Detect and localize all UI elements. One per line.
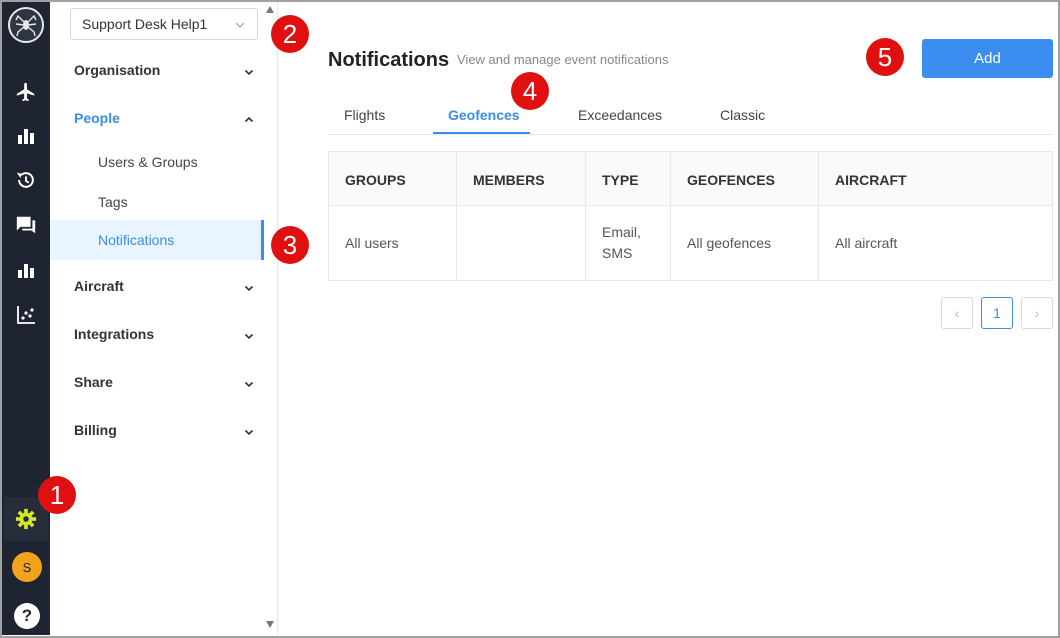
- nav-item-label: Organisation: [74, 62, 161, 78]
- chevron-down-icon: [244, 376, 254, 392]
- chevron-down-icon: [244, 280, 254, 296]
- callout-badge-5: 5: [866, 38, 904, 76]
- column-header-groups: GROUPS: [329, 152, 457, 206]
- tab-exceedances[interactable]: Exceedances: [578, 107, 662, 123]
- callout-badge-4: 4: [511, 72, 549, 110]
- chat-icon[interactable]: [14, 213, 38, 237]
- nav-item-label: Aircraft: [74, 278, 124, 294]
- nav-item-label: Integrations: [74, 326, 155, 342]
- bar-chart-icon[interactable]: [14, 124, 38, 148]
- callout-badge-3: 3: [271, 226, 309, 264]
- notification-tabs: Flights Geofences Exceedances Classic: [328, 95, 1053, 135]
- tab-geofences[interactable]: Geofences: [448, 107, 520, 123]
- sub-item-notifications[interactable]: Notifications: [50, 220, 264, 260]
- sub-item-users-groups[interactable]: Users & Groups: [98, 154, 198, 170]
- notifications-table: GROUPS MEMBERS TYPE GEOFENCES AIRCRAFT A…: [328, 151, 1053, 281]
- nav-item-integrations[interactable]: Integrations: [74, 326, 254, 342]
- table-cell-groups[interactable]: All users: [329, 206, 457, 280]
- chevron-down-icon: [244, 328, 254, 344]
- settings-sidebar: Support Desk Help1 Organisation People U…: [50, 2, 278, 635]
- callout-badge-1: 1: [38, 476, 76, 514]
- column-header-aircraft: AIRCRAFT: [819, 152, 1052, 206]
- page-subtitle: View and manage event notifications: [457, 52, 669, 67]
- avatar[interactable]: S: [12, 552, 42, 582]
- nav-item-billing[interactable]: Billing: [74, 422, 254, 438]
- sub-item-label: Notifications: [98, 232, 175, 248]
- sub-item-tags[interactable]: Tags: [98, 194, 128, 210]
- nav-item-aircraft[interactable]: Aircraft: [74, 278, 254, 294]
- column-header-type: TYPE: [586, 152, 671, 206]
- pagination-page-1[interactable]: 1: [981, 297, 1013, 329]
- scroll-up-arrow[interactable]: [266, 6, 274, 13]
- nav-item-share[interactable]: Share: [74, 374, 254, 390]
- scroll-down-arrow[interactable]: [266, 621, 274, 628]
- add-button[interactable]: Add: [922, 39, 1053, 78]
- airplane-icon[interactable]: [14, 80, 38, 104]
- organisation-select[interactable]: Support Desk Help1: [70, 8, 258, 40]
- page-title: Notifications: [328, 49, 450, 71]
- nav-item-label: People: [74, 110, 120, 126]
- column-header-geofences: GEOFENCES: [671, 152, 819, 206]
- pagination-prev-button[interactable]: ‹: [941, 297, 973, 329]
- nav-item-label: Billing: [74, 422, 117, 438]
- chevron-down-icon: [234, 18, 246, 34]
- pagination-next-button[interactable]: ›: [1021, 297, 1053, 329]
- table-cell-geofences[interactable]: All geofences: [671, 206, 819, 280]
- nav-item-label: Share: [74, 374, 113, 390]
- chevron-down-icon: [244, 64, 254, 80]
- column-header-members: MEMBERS: [457, 152, 586, 206]
- scatter-chart-icon[interactable]: [14, 303, 38, 327]
- spider-logo-icon[interactable]: [8, 7, 44, 43]
- history-icon[interactable]: [14, 168, 38, 192]
- nav-item-people[interactable]: People: [74, 110, 254, 126]
- tab-classic[interactable]: Classic: [720, 107, 765, 123]
- icon-rail: S ?: [2, 2, 57, 635]
- stats-icon[interactable]: [14, 258, 38, 282]
- table-cell-type[interactable]: Email, SMS: [586, 206, 671, 280]
- help-icon[interactable]: ?: [14, 603, 40, 629]
- nav-item-organisation[interactable]: Organisation: [74, 62, 254, 78]
- callout-badge-2: 2: [271, 15, 309, 53]
- tab-flights[interactable]: Flights: [344, 107, 385, 123]
- chevron-down-icon: [244, 424, 254, 440]
- organisation-select-value: Support Desk Help1: [82, 16, 208, 32]
- gear-icon: [15, 508, 37, 530]
- table-cell-aircraft[interactable]: All aircraft: [819, 206, 1052, 280]
- table-cell-members[interactable]: [457, 206, 586, 280]
- tab-active-indicator: [433, 132, 530, 134]
- chevron-up-icon: [244, 112, 254, 128]
